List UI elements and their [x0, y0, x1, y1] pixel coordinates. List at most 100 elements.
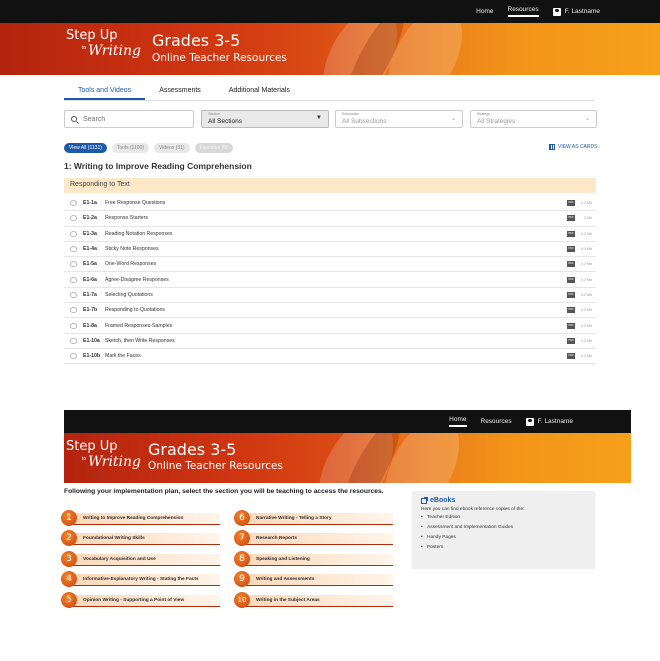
section-button-7[interactable]: 7 Research Reports	[234, 530, 393, 546]
resource-title[interactable]: Response Starters	[105, 215, 596, 221]
section-label: Writing and Assessments	[256, 577, 315, 582]
heart-icon[interactable]	[70, 215, 77, 222]
resource-code: E1-7b	[83, 307, 98, 314]
nav-resources-link[interactable]: Resources	[507, 6, 539, 17]
resource-title[interactable]: One-Word Responses	[105, 261, 596, 267]
pdf-icon[interactable]: PDF	[567, 307, 575, 314]
heart-icon[interactable]	[70, 261, 77, 268]
heart-icon[interactable]	[70, 307, 77, 314]
ebook-item: Teacher Edition	[421, 513, 586, 523]
section-label: Narrative Writing - Telling a Story	[256, 516, 332, 521]
strategy-select-label: Strategy	[477, 112, 491, 116]
pdf-icon[interactable]: PDF	[567, 353, 575, 360]
tab-additional-materials[interactable]: Additional Materials	[215, 84, 304, 100]
pdf-icon[interactable]: PDF	[567, 322, 575, 329]
subsection-heading: Responding to Text	[64, 178, 596, 193]
file-size: 4.2 Mb	[581, 247, 592, 252]
tab-tools-and-videos[interactable]: Tools and Videos	[64, 84, 146, 100]
resource-row[interactable]: E1-5a One-Word Responses PDF 4.2 Mb	[64, 257, 596, 273]
resource-title[interactable]: Selecting Quotations	[105, 292, 596, 298]
resource-title[interactable]: Reading Notation Responses	[105, 231, 596, 237]
nav-resources-link[interactable]: Resources	[481, 418, 512, 425]
section-button-2[interactable]: 2 Foundational Writing Skills	[61, 530, 220, 546]
section-button-6[interactable]: 6 Narrative Writing - Telling a Story	[234, 510, 393, 526]
pill-favorites[interactable]: Favorites (0)	[194, 143, 233, 153]
heart-icon[interactable]	[70, 276, 77, 283]
section-button-3[interactable]: 3 Vocabulary Acquisition and Use	[61, 551, 220, 567]
section-button-8[interactable]: 8 Speaking and Listening	[234, 551, 393, 567]
section-button-10[interactable]: 10 Writing in the Subject Areas	[234, 592, 393, 608]
section-select[interactable]: Section All Sections ▼	[201, 110, 329, 128]
tab-assessments[interactable]: Assessments	[145, 84, 215, 100]
heart-icon[interactable]	[70, 337, 77, 344]
resource-row[interactable]: E1-7a Selecting Quotations PDF 4.2 Mb	[64, 288, 596, 304]
resource-code: E1-3a	[83, 230, 97, 237]
resource-row[interactable]: E1-1a Free Response Questions PDF 4.2 Mb	[64, 196, 596, 212]
heart-icon[interactable]	[70, 230, 77, 237]
pdf-icon[interactable]: PDF	[567, 215, 575, 222]
resource-row[interactable]: E1-6a Agree-Disagree Responses PDF 4.2 M…	[64, 272, 596, 288]
heart-icon[interactable]	[70, 322, 77, 329]
chevron-down-icon: ⌄	[584, 116, 590, 122]
resource-title[interactable]: Framed Responses-Samples	[105, 323, 596, 329]
pdf-icon[interactable]: PDF	[567, 230, 575, 237]
section-label: Vocabulary Acquisition and Use	[83, 557, 156, 562]
section-number-badge: 7	[234, 530, 250, 546]
subsection-select-value: All Subsections	[342, 118, 387, 125]
grid-icon	[549, 144, 555, 150]
resource-row[interactable]: E1-2a Response Starters PDF 3 Mb	[64, 211, 596, 227]
pdf-icon[interactable]: PDF	[567, 291, 575, 298]
resource-title[interactable]: Free Response Questions	[105, 200, 596, 206]
resource-row[interactable]: E1-4a Sticky Note Responses PDF 4.2 Mb	[64, 242, 596, 258]
ebook-item: Handy Pages	[421, 533, 586, 543]
resource-title[interactable]: Sketch, then Write Responses	[105, 338, 596, 344]
section-number-badge: 5	[61, 592, 77, 608]
logo-writing: Writing	[88, 454, 142, 470]
heart-icon[interactable]	[70, 246, 77, 253]
nav-home-link[interactable]: Home	[449, 416, 467, 427]
resource-code: E1-10b	[83, 353, 101, 360]
section-button-1[interactable]: 1 Writing to Improve Reading Comprehensi…	[61, 510, 220, 526]
header-banner: Step Up to Writing Grades 3-5 Online Tea…	[0, 23, 660, 75]
resource-row[interactable]: E1-8a Framed Responses-Samples PDF 4.2 M…	[64, 318, 596, 334]
resource-title[interactable]: Agree-Disagree Responses	[105, 277, 596, 283]
pdf-icon[interactable]: PDF	[567, 261, 575, 268]
subsection-select[interactable]: Subsection All Subsections ⌄	[335, 110, 463, 128]
heart-icon[interactable]	[70, 353, 77, 360]
search-icon	[71, 116, 77, 122]
ebooks-link[interactable]: eBooks	[421, 496, 586, 504]
banner-title: Grades 3-5	[148, 440, 237, 459]
user-name: F. Lastname	[564, 8, 600, 15]
search-input[interactable]: Search	[64, 110, 194, 128]
pdf-icon[interactable]: PDF	[567, 276, 575, 283]
resource-row[interactable]: E1-7b Responding to Quotations PDF 4.2 M…	[64, 303, 596, 319]
pill-videos[interactable]: Videos (31)	[154, 143, 190, 153]
user-menu[interactable]: F. Lastname	[525, 417, 573, 426]
external-link-icon	[421, 496, 428, 504]
user-menu[interactable]: F. Lastname	[552, 7, 600, 16]
pill-view-all[interactable]: View All (1131)	[64, 143, 107, 153]
heart-icon[interactable]	[70, 200, 77, 207]
section-button-9[interactable]: 9 Writing and Assessments	[234, 571, 393, 587]
resource-title[interactable]: Mark the Faces	[105, 353, 596, 359]
pdf-icon[interactable]: PDF	[567, 246, 575, 253]
section-button-4[interactable]: 4 Informative-Explanatory Writing - Stat…	[61, 571, 220, 587]
resource-title[interactable]: Sticky Note Responses	[105, 246, 596, 252]
section-button-5[interactable]: 5 Opinion Writing - Supporting a Point o…	[61, 592, 220, 608]
section-label: Foundational Writing Skills	[83, 536, 145, 541]
strategy-select[interactable]: Strategy All Strategies ⌄	[470, 110, 597, 128]
resource-row[interactable]: E1-3a Reading Notation Responses PDF 4.2…	[64, 227, 596, 242]
nav-home-link[interactable]: Home	[476, 8, 493, 15]
resource-row[interactable]: E1-10b Mark the Faces PDF 4.2 Mb	[64, 349, 596, 365]
banner-title: Grades 3-5	[152, 31, 241, 50]
search-placeholder: Search	[83, 116, 106, 123]
heart-icon[interactable]	[70, 291, 77, 298]
pdf-icon[interactable]: PDF	[567, 200, 575, 207]
pdf-icon[interactable]: PDF	[567, 337, 575, 344]
ebooks-intro: Here you can find ebook reference copies…	[421, 507, 525, 512]
pill-tools[interactable]: Tools (1100)	[111, 143, 150, 153]
view-as-cards-button[interactable]: VIEW AS CARDS	[549, 144, 597, 150]
banner-subtitle: Online Teacher Resources	[148, 460, 283, 472]
resource-row[interactable]: E1-10a Sketch, then Write Responses PDF …	[64, 334, 596, 349]
resource-title[interactable]: Responding to Quotations	[105, 307, 596, 313]
